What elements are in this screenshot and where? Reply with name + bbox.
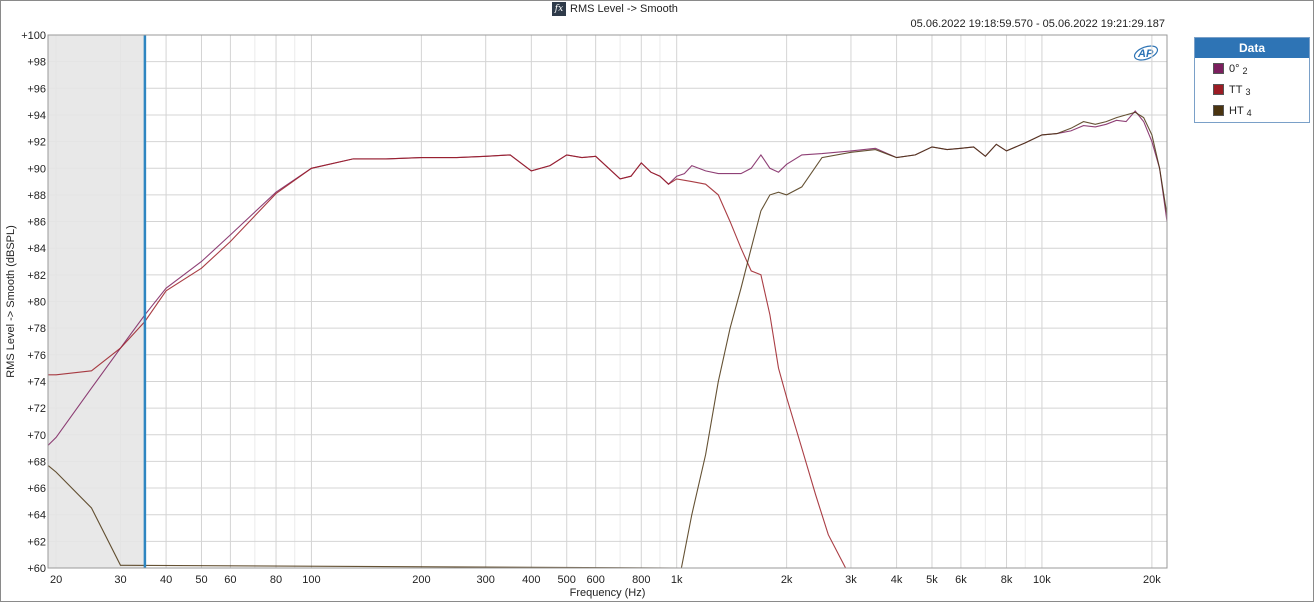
legend-title: Data (1195, 38, 1309, 58)
legend[interactable]: Data 0° 2 TT 3 HT 4 (1194, 37, 1310, 123)
window-frame (0, 0, 1314, 602)
chart-title: RMS Level -> Smooth (570, 3, 678, 15)
ap-logo-icon: AP (1133, 45, 1159, 61)
legend-label: 0° (1229, 62, 1240, 75)
legend-index: 2 (1242, 65, 1248, 76)
legend-label: TT (1229, 83, 1243, 96)
timestamp-range: 05.06.2022 19:18:59.570 - 05.06.2022 19:… (910, 18, 1165, 30)
legend-swatch-0 (1213, 63, 1224, 74)
legend-item[interactable]: HT 4 (1195, 100, 1309, 121)
legend-index: 3 (1245, 86, 1251, 97)
legend-swatch-2 (1213, 105, 1224, 116)
fx-icon: fx (552, 2, 566, 16)
legend-item[interactable]: 0° 2 (1195, 58, 1309, 79)
chart-header: fx RMS Level -> Smooth (552, 1, 678, 17)
legend-index: 4 (1246, 107, 1252, 118)
legend-swatch-1 (1213, 84, 1224, 95)
legend-label: HT (1229, 104, 1244, 117)
ap-logo-text: AP (1137, 48, 1154, 60)
legend-item[interactable]: TT 3 (1195, 79, 1309, 100)
